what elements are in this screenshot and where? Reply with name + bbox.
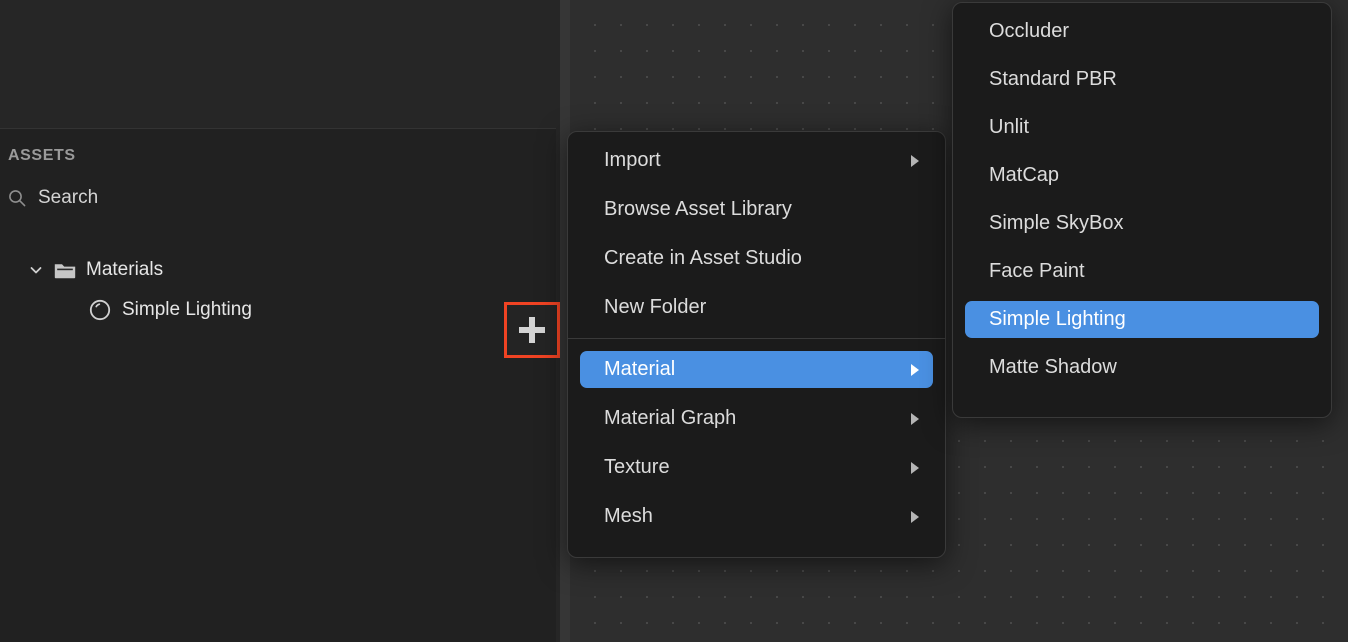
asset-create-context-menu: Import Browse Asset Library Create in As… — [567, 131, 946, 558]
tree-item-simple-lighting-material[interactable]: Simple Lighting — [0, 290, 556, 330]
assets-panel: ASSETS Search Materials Simple Lighting — [0, 0, 560, 642]
asset-tree: Materials Simple Lighting — [0, 250, 556, 330]
menu-item-label: Texture — [604, 456, 670, 478]
menu-item-label: Import — [604, 149, 661, 171]
search-input[interactable]: Search — [8, 187, 98, 209]
menu-item-label: Face Paint — [989, 260, 1085, 282]
menu-item-label: Material — [604, 358, 676, 380]
submenu-item-matcap[interactable]: MatCap — [965, 157, 1319, 194]
menu-item-label: Simple Lighting — [989, 308, 1126, 330]
tree-item-materials-folder[interactable]: Materials — [0, 250, 556, 290]
material-sphere-icon — [89, 299, 111, 321]
submenu-item-simple-lighting[interactable]: Simple Lighting — [965, 301, 1319, 338]
page-title: ASSETS — [8, 147, 76, 164]
menu-item-label: MatCap — [989, 164, 1060, 186]
menu-separator — [568, 338, 945, 339]
add-asset-button[interactable] — [504, 302, 560, 358]
submenu-item-matte-shadow[interactable]: Matte Shadow — [965, 349, 1319, 386]
chevron-right-icon — [911, 461, 919, 474]
submenu-item-unlit[interactable]: Unlit — [965, 109, 1319, 146]
menu-item-label: Material Graph — [604, 407, 737, 429]
menu-item-mesh[interactable]: Mesh — [580, 498, 933, 535]
menu-item-browse-asset-library[interactable]: Browse Asset Library — [580, 191, 933, 228]
menu-item-material-graph[interactable]: Material Graph — [580, 400, 933, 437]
panel-upper-empty-area — [0, 0, 556, 129]
plus-icon — [519, 317, 545, 343]
tree-item-label: Simple Lighting — [122, 299, 252, 320]
material-type-submenu: Occluder Standard PBR Unlit MatCap Simpl… — [952, 2, 1332, 418]
menu-item-material[interactable]: Material — [580, 351, 933, 388]
assets-panel-body: ASSETS Search Materials Simple Lighting — [0, 129, 560, 642]
tree-item-label: Materials — [86, 259, 164, 280]
menu-item-label: Matte Shadow — [989, 356, 1117, 378]
menu-item-label: Mesh — [604, 505, 653, 527]
submenu-item-face-paint[interactable]: Face Paint — [965, 253, 1319, 290]
menu-item-label: Simple SkyBox — [989, 212, 1124, 234]
chevron-down-icon[interactable] — [28, 262, 44, 278]
menu-item-import[interactable]: Import — [580, 142, 933, 179]
search-icon — [9, 190, 26, 207]
submenu-item-standard-pbr[interactable]: Standard PBR — [965, 61, 1319, 98]
chevron-right-icon — [911, 154, 919, 167]
menu-item-texture[interactable]: Texture — [580, 449, 933, 486]
submenu-item-occluder[interactable]: Occluder — [965, 13, 1319, 50]
chevron-right-icon — [911, 510, 919, 523]
menu-item-label: Browse Asset Library — [604, 198, 792, 220]
folder-icon — [54, 264, 76, 279]
menu-item-label: Occluder — [989, 20, 1070, 42]
search-placeholder: Search — [38, 187, 99, 208]
menu-item-create-in-asset-studio[interactable]: Create in Asset Studio — [580, 240, 933, 277]
submenu-item-simple-skybox[interactable]: Simple SkyBox — [965, 205, 1319, 242]
menu-item-label: New Folder — [604, 296, 707, 318]
menu-item-new-folder[interactable]: New Folder — [580, 289, 933, 326]
menu-item-label: Standard PBR — [989, 68, 1117, 90]
menu-item-label: Create in Asset Studio — [604, 247, 802, 269]
editor-window: ASSETS Search Materials Simple Lighting … — [0, 0, 1348, 642]
chevron-right-icon — [911, 363, 919, 376]
chevron-right-icon — [911, 412, 919, 425]
menu-item-label: Unlit — [989, 116, 1030, 138]
